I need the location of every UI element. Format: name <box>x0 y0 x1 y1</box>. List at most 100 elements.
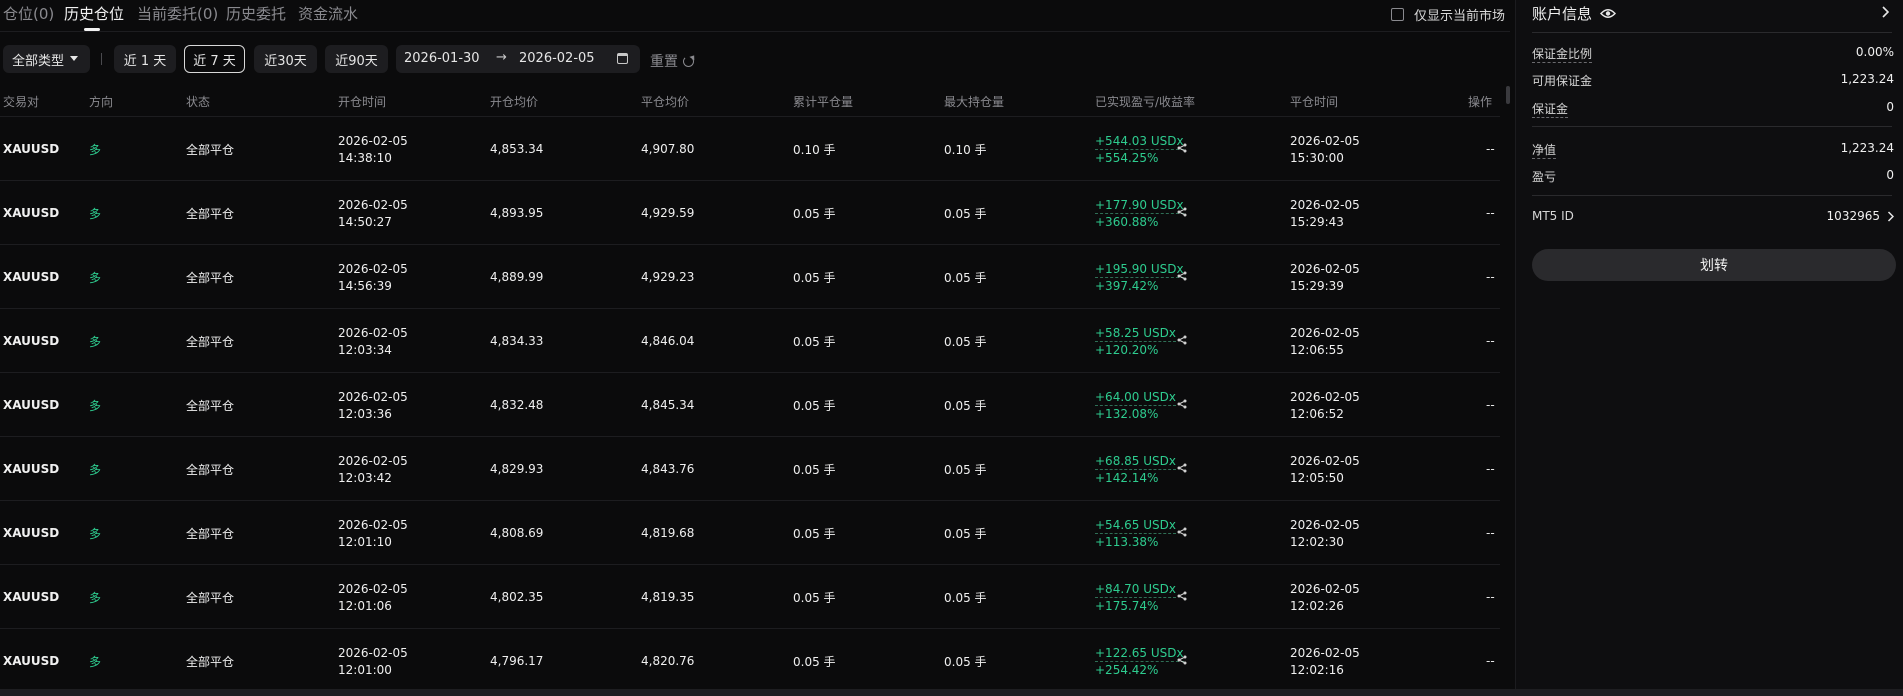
share-icon[interactable] <box>1177 271 1187 281</box>
cell-close-time: 2026-02-05 12:02:30 <box>1290 517 1360 551</box>
table-row: XAUUSD 多 全部平仓 2026-02-05 14:56:39 4,889.9… <box>0 245 1500 309</box>
tab-bar: 仓位(0) 历史仓位 当前委托(0) 历史委托 资金流水 仅显示当前市场 <box>0 0 1510 32</box>
margin-ratio-label[interactable]: 保证金比例 <box>1532 45 1593 63</box>
mt5-id-value: 1032965 <box>1826 209 1880 223</box>
col-max-qty: 最大持仓量 <box>944 95 1005 109</box>
transfer-button[interactable]: 划转 <box>1532 249 1896 281</box>
share-icon[interactable] <box>1177 527 1187 537</box>
cell-status: 全部平仓 <box>186 655 235 669</box>
table-scrollbar[interactable] <box>1506 86 1510 104</box>
cell-max-qty: 0.10 手 <box>944 143 987 157</box>
share-icon[interactable] <box>1177 655 1187 665</box>
cell-action: -- <box>1486 334 1495 348</box>
active-tab-indicator <box>84 28 100 31</box>
eye-icon[interactable] <box>1600 8 1617 19</box>
pnl-amount: +58.25 USDx <box>1095 326 1176 342</box>
table-row: XAUUSD 多 全部平仓 2026-02-05 12:01:00 4,796.1… <box>0 629 1500 689</box>
cell-pair: XAUUSD <box>3 590 60 604</box>
pnl-label: 盈亏 <box>1532 170 1557 184</box>
close-date: 2026-02-05 <box>1290 390 1360 404</box>
chevron-right-icon[interactable] <box>1887 211 1894 222</box>
open-clock: 14:56:39 <box>338 279 392 293</box>
cell-status: 全部平仓 <box>186 271 235 285</box>
col-direction: 方向 <box>89 95 114 109</box>
cell-direction: 多 <box>89 655 102 669</box>
share-icon[interactable] <box>1177 591 1187 601</box>
open-clock: 14:38:10 <box>338 151 392 165</box>
cell-close-avg: 4,819.68 <box>641 526 695 540</box>
range-1d-button[interactable]: 近 1 天 <box>114 45 176 73</box>
pnl-roi: +120.20% <box>1095 343 1159 357</box>
tab-position-history[interactable]: 历史仓位 <box>64 3 124 24</box>
equity-label[interactable]: 净值 <box>1532 141 1557 159</box>
close-date: 2026-02-05 <box>1290 454 1360 468</box>
cell-close-avg: 4,929.59 <box>641 206 695 220</box>
cell-direction: 多 <box>89 463 102 477</box>
only-current-market-checkbox[interactable] <box>1391 8 1404 21</box>
share-icon[interactable] <box>1177 143 1187 153</box>
table-row: XAUUSD 多 全部平仓 2026-02-05 14:50:27 4,893.9… <box>0 181 1500 245</box>
close-clock: 12:05:50 <box>1290 471 1344 485</box>
cell-open-time: 2026-02-05 12:01:06 <box>338 581 408 615</box>
close-date: 2026-02-05 <box>1290 198 1360 212</box>
share-icon[interactable] <box>1177 207 1187 217</box>
reset-button[interactable]: 重置 <box>650 51 694 71</box>
type-select[interactable]: 全部类型 <box>3 45 90 73</box>
col-close-time: 平仓时间 <box>1290 95 1339 109</box>
cell-closed-qty: 0.05 手 <box>793 335 836 349</box>
tab-order-history[interactable]: 历史委托 <box>226 3 286 24</box>
range-90d-button[interactable]: 近90天 <box>325 45 388 73</box>
cell-action: -- <box>1486 206 1495 220</box>
divider <box>1532 126 1892 127</box>
close-clock: 12:06:52 <box>1290 407 1344 421</box>
pnl-amount: +68.85 USDx <box>1095 454 1176 470</box>
cell-max-qty: 0.05 手 <box>944 527 987 541</box>
col-pair: 交易对 <box>3 95 40 109</box>
cell-action: -- <box>1486 462 1495 476</box>
col-realized-pnl: 已实现盈亏/收益率 <box>1095 95 1196 109</box>
cell-status: 全部平仓 <box>186 143 235 157</box>
close-clock: 12:02:26 <box>1290 599 1344 613</box>
cell-status: 全部平仓 <box>186 207 235 221</box>
cell-open-time: 2026-02-05 14:56:39 <box>338 261 408 295</box>
date-range-picker[interactable]: 2026-01-30 → 2026-02-05 <box>396 45 640 73</box>
open-clock: 12:01:06 <box>338 599 392 613</box>
cell-pair: XAUUSD <box>3 270 60 284</box>
cell-close-time: 2026-02-05 12:06:55 <box>1290 325 1360 359</box>
only-current-market-label: 仅显示当前市场 <box>1414 9 1506 24</box>
bottom-scrollbar[interactable] <box>0 689 1903 696</box>
only-current-market-toggle[interactable]: 仅显示当前市场 <box>1391 5 1505 24</box>
share-icon[interactable] <box>1177 463 1187 473</box>
share-icon[interactable] <box>1177 335 1187 345</box>
range-30d-button[interactable]: 近30天 <box>254 45 317 73</box>
cell-max-qty: 0.05 手 <box>944 591 987 605</box>
mt5-id-label: MT5 ID <box>1532 209 1574 223</box>
cell-open-avg: 4,893.95 <box>490 206 544 220</box>
open-date: 2026-02-05 <box>338 262 408 276</box>
cell-direction: 多 <box>89 143 102 157</box>
col-closed-qty: 累计平仓量 <box>793 95 854 109</box>
tab-fund-flow[interactable]: 资金流水 <box>298 3 358 24</box>
cell-close-avg: 4,846.04 <box>641 334 695 348</box>
margin-row: 保证金 0 <box>1532 100 1894 118</box>
mt5-id-row[interactable]: MT5 ID 1032965 <box>1532 209 1894 225</box>
available-margin-value: 1,223.24 <box>1840 72 1894 86</box>
open-date: 2026-02-05 <box>338 390 408 404</box>
calendar-icon <box>617 53 628 64</box>
close-date: 2026-02-05 <box>1290 262 1360 276</box>
date-start: 2026-01-30 <box>404 51 480 66</box>
cell-action: -- <box>1486 590 1495 604</box>
close-date: 2026-02-05 <box>1290 646 1360 660</box>
share-icon[interactable] <box>1177 399 1187 409</box>
account-panel: 账户信息 保证金比例 0.00% 可用保证金 1,223.24 保证金 0 净值… <box>1515 0 1903 689</box>
cell-realized-pnl: +122.65 USDx +254.42% <box>1095 645 1184 679</box>
divider <box>1532 32 1892 33</box>
range-7d-button[interactable]: 近 7 天 <box>184 45 245 73</box>
tab-positions[interactable]: 仓位(0) <box>3 3 54 24</box>
pnl-roi: +142.14% <box>1095 471 1159 485</box>
chevron-right-icon[interactable] <box>1881 6 1889 18</box>
margin-label[interactable]: 保证金 <box>1532 100 1569 118</box>
cell-close-time: 2026-02-05 12:06:52 <box>1290 389 1360 423</box>
cell-open-time: 2026-02-05 12:01:10 <box>338 517 408 551</box>
tab-open-orders[interactable]: 当前委托(0) <box>137 3 218 24</box>
